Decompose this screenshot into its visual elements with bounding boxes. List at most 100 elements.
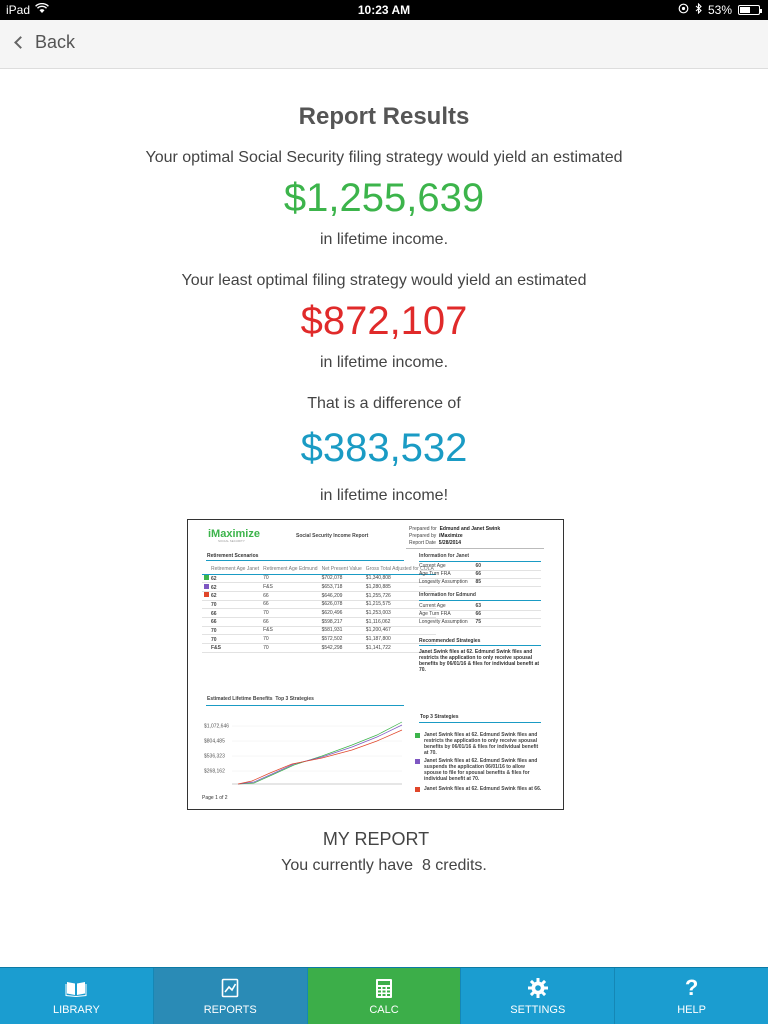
report-icon: [218, 976, 242, 1000]
tab-reports-label: REPORTS: [203, 1004, 257, 1016]
scenario-age-edmund: F&S: [261, 626, 320, 636]
tab-library-label: LIBRARY: [52, 1004, 100, 1016]
gear-icon: [526, 976, 550, 1000]
tab-calc-label: CALC: [369, 1004, 399, 1016]
chart-heading: Estimated Lifetime Benefits Top 3 Strate…: [207, 696, 314, 702]
chevron-left-icon: [14, 36, 27, 49]
difference-intro: That is a difference of: [307, 395, 461, 412]
table-row: 62 F&S $653,718 $1,280,885: [202, 582, 436, 592]
tab-settings-label: SETTINGS: [510, 1004, 566, 1016]
info-edmund: Current Age 63 Age Turn FRA 66 Longevity Ass…: [419, 603, 541, 627]
scenario-age-janet: 70: [202, 634, 262, 644]
tab-library[interactable]: LIBRARY: [0, 968, 154, 1024]
scenario-age-edmund: 70: [261, 634, 320, 644]
strategy-color-swatch: [204, 610, 209, 615]
difference-amount: $383,532: [300, 426, 468, 470]
recommended-heading: Recommended Strategies: [419, 638, 481, 644]
least-amount: $872,107: [300, 299, 468, 343]
tab-help[interactable]: ? HELP: [615, 968, 768, 1024]
top-strategy-item: Janet Swink files at 62. Edmund Swink fi…: [415, 758, 542, 782]
my-report-heading: MY REPORT: [322, 829, 430, 849]
info-row: Current Age 63: [419, 603, 541, 611]
info-row: Longevity Assumption 75: [419, 619, 541, 627]
page-label: Page 1 of 2: [202, 795, 228, 801]
benefit-chart: $1,072,646 $804,485 $536,323 $268,162: [204, 721, 403, 785]
scenarios-heading: Retirement Scenarios: [207, 553, 259, 559]
calculator-icon: [372, 976, 396, 1000]
scenario-npv: $542,298: [319, 643, 364, 653]
least-intro: Your least optimal filing strategy would…: [181, 272, 587, 289]
bluetooth-icon: [695, 2, 702, 17]
recommended-text: Janet Swink files at 62. Edmund Swink fi…: [419, 649, 540, 673]
scenario-npv: $572,502: [319, 634, 364, 644]
table-row: 70 66 $626,078 $1,215,575: [202, 600, 436, 610]
tab-help-label: HELP: [677, 1004, 706, 1016]
table-row: 66 66 $598,217 $1,116,062: [202, 617, 436, 627]
scenario-age-janet: 70: [202, 626, 262, 636]
credits-text: You currently have 8 credits.: [281, 857, 487, 874]
info-janet: Current Age 60 Age Turn FRA 66 Longevity Ass…: [419, 563, 541, 587]
scenario-npv: $702,078: [319, 574, 364, 584]
scenario-age-janet: F&S: [202, 643, 262, 653]
back-button[interactable]: Back: [12, 32, 75, 53]
orientation-lock-icon: [678, 3, 689, 17]
table-row: 66 70 $620,496 $1,253,003: [202, 608, 436, 618]
strategy-color-swatch: [204, 644, 209, 649]
table-row: F&S 70 $542,298 $1,141,722: [202, 643, 436, 653]
strategy-color-swatch: [204, 574, 209, 580]
strategy-color-swatch: [204, 601, 209, 606]
difference-suffix: in lifetime income!: [319, 487, 449, 504]
scenario-age-edmund: 70: [261, 608, 320, 618]
scenario-age-edmund: 70: [261, 574, 320, 584]
scenario-table: Retirement Age Janet Retirement Age Edmu…: [202, 564, 436, 653]
table-header: Retirement Age Janet: [202, 564, 262, 575]
strategy-color-swatch: [204, 636, 209, 641]
scenario-age-edmund: 66: [261, 600, 320, 610]
y-tick-label: $536,323: [204, 754, 225, 760]
strategy-color-swatch: [204, 627, 209, 632]
optimal-suffix: in lifetime income.: [319, 231, 449, 248]
book-icon: [64, 976, 88, 1000]
table-row: 70 70 $572,502 $1,187,800: [202, 634, 436, 644]
scenario-gross: $1,200,467: [363, 626, 436, 636]
strategy-color-swatch: [415, 733, 420, 738]
strategy-series-line: [237, 721, 403, 785]
scenario-npv: $620,496: [319, 608, 364, 618]
optimal-intro: Your optimal Social Security filing stra…: [145, 149, 623, 166]
strategy-color-swatch: [204, 592, 209, 598]
page-title: Report Results: [298, 103, 470, 130]
optimal-amount: $1,255,639: [283, 176, 485, 220]
scenario-age-janet: 62: [202, 582, 262, 592]
table-row: 62 70 $702,078 $1,340,808: [202, 574, 436, 584]
info-row: Current Age 60: [419, 563, 541, 571]
strategy-color-swatch: [204, 618, 209, 623]
scenario-age-janet: 70: [202, 600, 262, 610]
tab-calc[interactable]: CALC: [307, 968, 462, 1024]
table-row: 70 F&S $581,931 $1,200,467: [202, 626, 436, 636]
battery-icon: [738, 5, 762, 15]
info-row: Age Turn FRA 66: [419, 611, 541, 619]
battery-percent: 53%: [707, 3, 732, 17]
top-strategy-item: Janet Swink files at 62. Edmund Swink fi…: [415, 786, 542, 792]
scenario-npv: $653,718: [319, 582, 364, 592]
scenario-age-janet: 66: [202, 608, 262, 618]
info-row: Longevity Assumption 85: [419, 579, 541, 587]
scenario-npv: $581,931: [319, 626, 364, 636]
question-icon: ?: [684, 975, 699, 1000]
y-tick-label: $1,072,646: [204, 724, 229, 730]
strategy-color-swatch: [204, 583, 209, 589]
info-row: Age Turn FRA 66: [419, 571, 541, 579]
report-results: Report Results Your optimal Social Secur…: [0, 69, 768, 967]
table-header: Net Present Value: [319, 564, 364, 575]
scenario-age-janet: 66: [202, 617, 262, 627]
tab-settings[interactable]: SETTINGS: [461, 968, 616, 1024]
tab-reports[interactable]: REPORTS: [153, 968, 308, 1024]
report-logo-subtitle: SOCIAL SECURITY: [218, 539, 245, 543]
scenario-age-janet: 62: [202, 574, 262, 584]
y-tick-label: $804,485: [204, 739, 225, 745]
scenario-age-janet: 62: [202, 591, 262, 601]
strategy-color-swatch: [415, 787, 420, 792]
strategy-color-swatch: [415, 759, 420, 764]
scenario-age-edmund: 66: [261, 591, 320, 601]
report-thumbnail[interactable]: iMaximize SOCIAL SECURITY Social Securit…: [187, 519, 564, 810]
